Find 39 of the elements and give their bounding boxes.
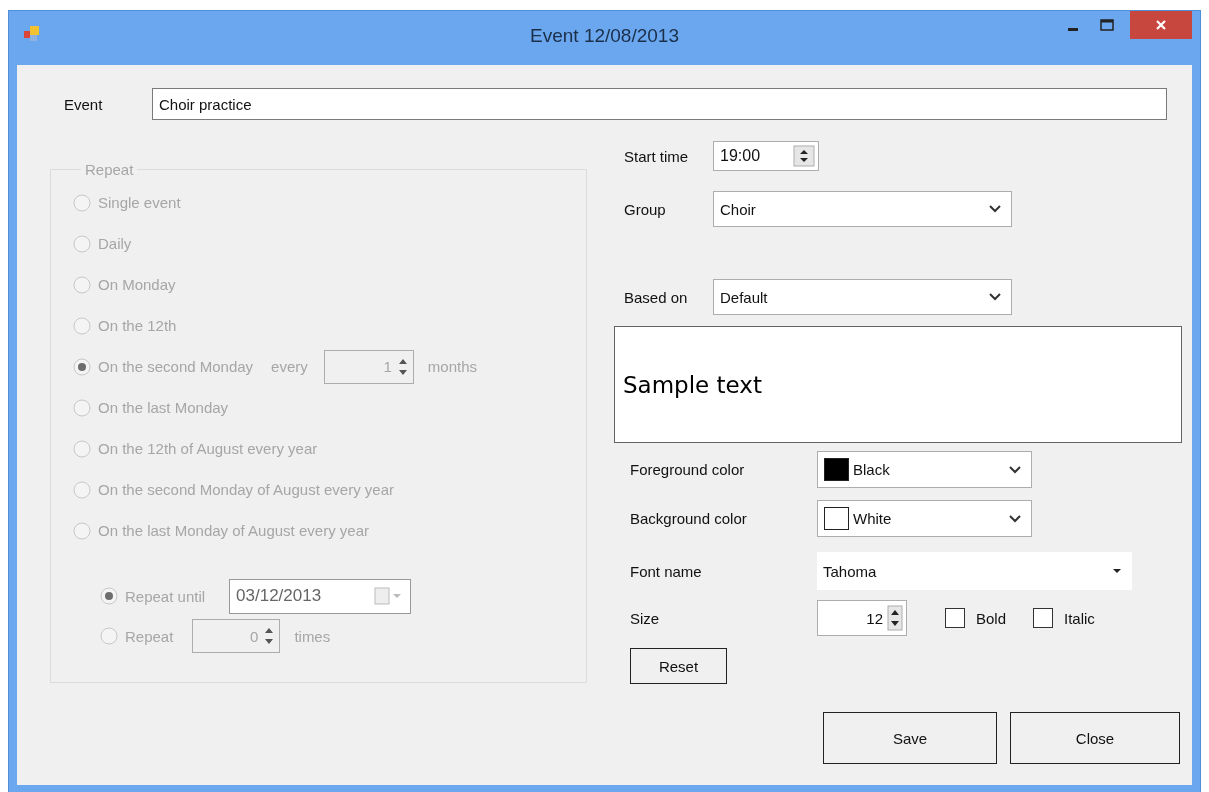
font-name-label: Font name [629, 562, 703, 580]
dropdown-arrow-icon [1112, 568, 1122, 574]
spin-arrows-icon [887, 604, 903, 632]
color-dropdown[interactable]: White [817, 500, 1032, 537]
maximize-icon [1100, 19, 1114, 31]
chevron-down-icon [1009, 513, 1021, 524]
app-icon [23, 25, 41, 43]
event-field[interactable]: Choir practice [152, 88, 1167, 120]
minimize-icon [1068, 27, 1078, 31]
color-dropdown[interactable]: Black [817, 451, 1032, 488]
group-dropdown[interactable]: Choir [713, 191, 1012, 227]
size-label: Size [629, 609, 661, 627]
window-title: Event 12/08/2013 [529, 25, 680, 47]
style-checkbox[interactable]: Italic [1033, 608, 1095, 628]
start-time-label: Start time [623, 147, 690, 165]
event-label: Event [64, 95, 104, 113]
times-label: times [294, 627, 331, 645]
chevron-down-icon [1009, 464, 1021, 475]
font-dropdown[interactable]: Tahoma [817, 552, 1132, 590]
months-label: months [427, 358, 477, 375]
dialog-button[interactable]: Save [823, 712, 997, 764]
close-button[interactable] [1130, 11, 1192, 39]
based-on-label: Based on [623, 288, 689, 306]
size-spinner[interactable]: 12 [817, 600, 907, 636]
time-spinner[interactable]: 19:00 [713, 141, 819, 171]
chevron-down-icon [989, 204, 1001, 214]
spin-arrows-icon [793, 144, 815, 168]
group-title: Repeat [84, 161, 135, 178]
sample-text: Sample text [623, 371, 762, 398]
group-label: Group [623, 200, 667, 218]
dialog-button[interactable]: Close [1010, 712, 1180, 764]
chevron-down-icon [989, 292, 1001, 302]
reset-button[interactable]: Reset [630, 648, 727, 684]
color-label: Foreground color [629, 461, 746, 478]
based-on-dropdown[interactable]: Default [713, 279, 1012, 315]
close-icon [1155, 19, 1167, 31]
color-label: Background color [629, 510, 748, 527]
style-checkbox[interactable]: Bold [945, 608, 1007, 628]
every-label: every [271, 358, 308, 375]
